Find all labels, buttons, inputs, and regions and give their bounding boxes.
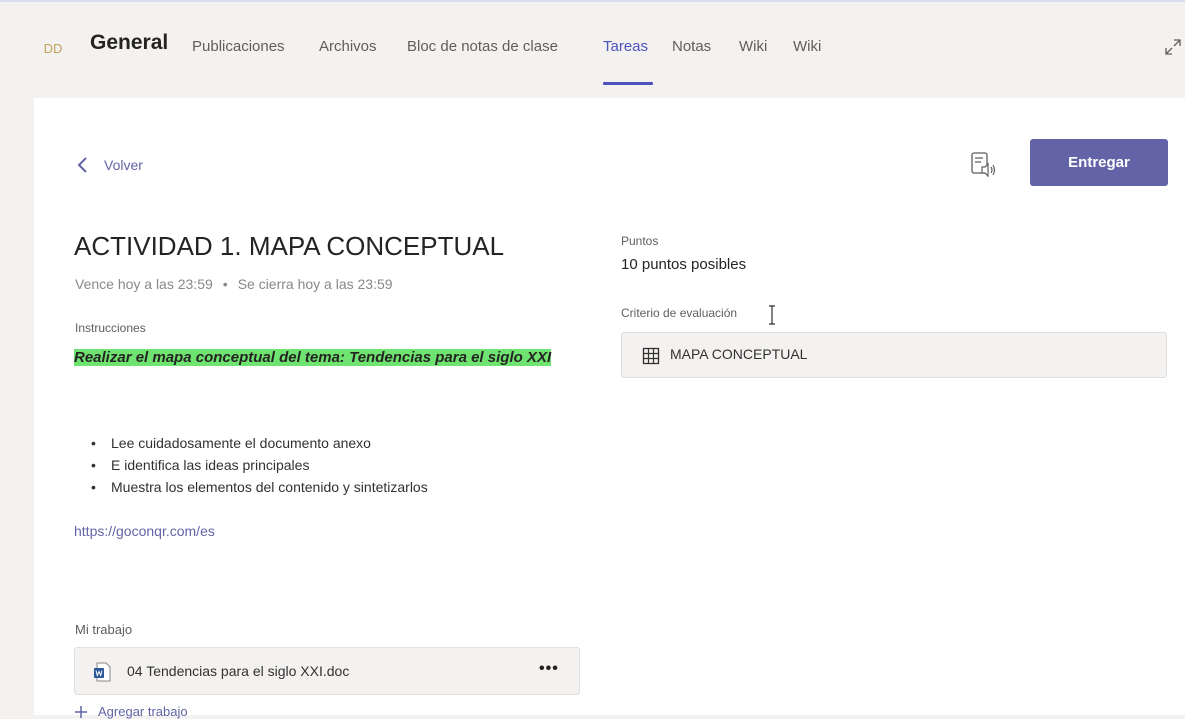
file-name: 04 Tendencias para el siglo XXI.doc bbox=[127, 663, 350, 679]
my-work-label: Mi trabajo bbox=[75, 622, 133, 637]
add-work-button[interactable]: Agregar trabajo bbox=[74, 704, 188, 719]
due-date: Vence hoy a las 23:59 bbox=[75, 276, 213, 292]
immersive-reader-icon[interactable] bbox=[968, 150, 998, 180]
submit-button[interactable]: Entregar bbox=[1030, 139, 1168, 186]
table-icon bbox=[642, 347, 660, 365]
tab-bloc-de-notas[interactable]: Bloc de notas de clase bbox=[407, 38, 558, 55]
rubric-card[interactable]: MAPA CONCEPTUAL bbox=[621, 332, 1167, 378]
close-date: Se cierra hoy a las 23:59 bbox=[237, 276, 393, 292]
chevron-left-icon bbox=[77, 157, 87, 173]
channel-name: General bbox=[90, 31, 169, 54]
text-cursor-icon bbox=[769, 305, 775, 325]
due-separator: • bbox=[222, 276, 228, 292]
list-item: Lee cuidadosamente el documento anexo bbox=[75, 432, 428, 454]
rubric-name: MAPA CONCEPTUAL bbox=[670, 346, 808, 362]
active-tab-indicator bbox=[603, 82, 653, 85]
assignment-card bbox=[34, 98, 1185, 715]
list-item: E identifica las ideas principales bbox=[75, 454, 428, 476]
tab-notas[interactable]: Notas bbox=[672, 38, 711, 55]
tab-publicaciones[interactable]: Publicaciones bbox=[192, 38, 285, 55]
instructions-list: Lee cuidadosamente el documento anexo E … bbox=[75, 432, 428, 498]
resource-link[interactable]: https://goconqr.com/es bbox=[74, 523, 215, 539]
more-options-button[interactable]: ••• bbox=[539, 660, 559, 678]
add-work-label: Agregar trabajo bbox=[98, 704, 188, 719]
expand-icon[interactable] bbox=[1162, 36, 1184, 58]
instructions-label: Instrucciones bbox=[75, 321, 146, 335]
tab-wiki[interactable]: Wiki bbox=[739, 38, 767, 55]
tab-tareas[interactable]: Tareas bbox=[603, 38, 648, 55]
due-info: Vence hoy a las 23:59 • Se cierra hoy a la… bbox=[75, 276, 393, 292]
points-label: Puntos bbox=[621, 234, 659, 248]
points-value: 10 puntos posibles bbox=[621, 256, 747, 273]
list-item: Muestra los elementos del contenido y si… bbox=[75, 476, 428, 498]
word-doc-icon bbox=[94, 662, 111, 682]
assignment-title: ACTIVIDAD 1. MAPA CONCEPTUAL bbox=[74, 231, 505, 261]
back-button[interactable]: Volver bbox=[76, 153, 143, 177]
instructions-text: Realizar el mapa conceptual del tema: Te… bbox=[74, 346, 594, 370]
plus-icon bbox=[75, 705, 87, 718]
attached-file[interactable]: 04 Tendencias para el siglo XXI.doc ••• bbox=[74, 647, 580, 695]
tab-archivos[interactable]: Archivos bbox=[319, 38, 377, 55]
rubric-label: Criterio de evaluación bbox=[621, 306, 738, 320]
team-avatar: DD bbox=[43, 41, 63, 56]
instructions-highlight: Realizar el mapa conceptual del tema: Te… bbox=[74, 349, 552, 366]
back-label: Volver bbox=[104, 157, 143, 173]
tab-wiki-2[interactable]: Wiki bbox=[793, 38, 821, 55]
channel-header: DD General Publicaciones Archivos Bloc d… bbox=[0, 2, 1185, 94]
